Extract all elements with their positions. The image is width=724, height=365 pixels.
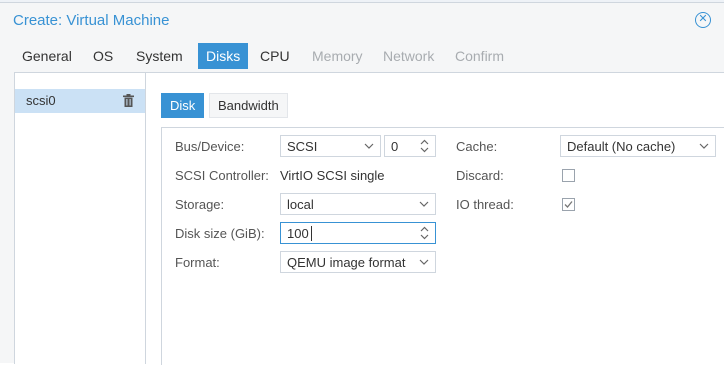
dialog-titlebar: Create: Virtual Machine ✕	[0, 3, 724, 39]
subtab-bandwidth[interactable]: Bandwidth	[209, 93, 288, 118]
tab-network: Network	[383, 48, 435, 64]
text-cursor	[311, 226, 312, 241]
tab-general[interactable]: General	[14, 43, 80, 69]
bus-device-label: Bus/Device:	[175, 139, 245, 154]
create-vm-dialog: Create: Virtual Machine ✕ General OS Sys…	[0, 2, 724, 365]
discard-label: Discard:	[456, 168, 504, 183]
chevron-down-icon	[419, 259, 429, 265]
bus-select[interactable]: SCSI	[280, 135, 381, 157]
cache-label: Cache:	[456, 139, 498, 154]
tab-disks[interactable]: Disks	[198, 43, 249, 69]
device-number-spinner[interactable]: 0	[384, 135, 436, 157]
chevron-down-icon	[699, 143, 709, 149]
bus-value: SCSI	[287, 139, 318, 154]
subtab-disk[interactable]: Disk	[161, 93, 205, 118]
io-thread-checkbox[interactable]	[562, 198, 575, 211]
cache-select[interactable]: Default (No cache)	[560, 135, 716, 157]
disk-form: Bus/Device: SCSI 0 Cache: Default (No ca…	[161, 127, 724, 365]
discard-checkbox[interactable]	[562, 169, 575, 182]
trash-icon[interactable]	[123, 94, 134, 107]
disk-size-label: Disk size (GiB):	[175, 226, 265, 241]
close-icon[interactable]: ✕	[695, 12, 711, 28]
chevron-down-icon	[419, 201, 429, 207]
format-label: Format:	[175, 255, 220, 270]
tab-os[interactable]: OS	[85, 43, 121, 69]
disk-list-item[interactable]: scsi0	[15, 89, 145, 113]
scsi-controller-label: SCSI Controller:	[175, 168, 269, 183]
checkmark-icon	[564, 201, 573, 208]
disk-item-label: scsi0	[26, 93, 56, 108]
spinner-arrows-icon[interactable]	[420, 139, 429, 153]
storage-label: Storage:	[175, 197, 225, 212]
format-value: QEMU image format	[287, 255, 406, 270]
tab-system[interactable]: System	[128, 43, 191, 69]
storage-value: local	[287, 197, 314, 212]
disk-list: scsi0	[15, 73, 146, 364]
cache-value: Default (No cache)	[567, 139, 676, 154]
dialog-title: Create: Virtual Machine	[13, 12, 170, 29]
tab-cpu[interactable]: CPU	[252, 43, 298, 69]
tab-confirm: Confirm	[455, 48, 505, 64]
device-value: 0	[391, 139, 399, 154]
disk-size-input[interactable]: 100	[280, 222, 436, 244]
format-select[interactable]: QEMU image format	[280, 251, 436, 273]
tab-memory: Memory	[312, 48, 363, 64]
io-thread-label: IO thread:	[456, 197, 514, 212]
chevron-down-icon	[364, 143, 374, 149]
storage-select[interactable]: local	[280, 193, 436, 215]
spinner-arrows-icon[interactable]	[420, 226, 429, 240]
disks-panel: scsi0 Disk Bandwidth Bus/Device: SCSI 0	[14, 72, 724, 365]
scsi-controller-value: VirtIO SCSI single	[280, 168, 385, 183]
disk-size-value: 100	[287, 226, 309, 241]
